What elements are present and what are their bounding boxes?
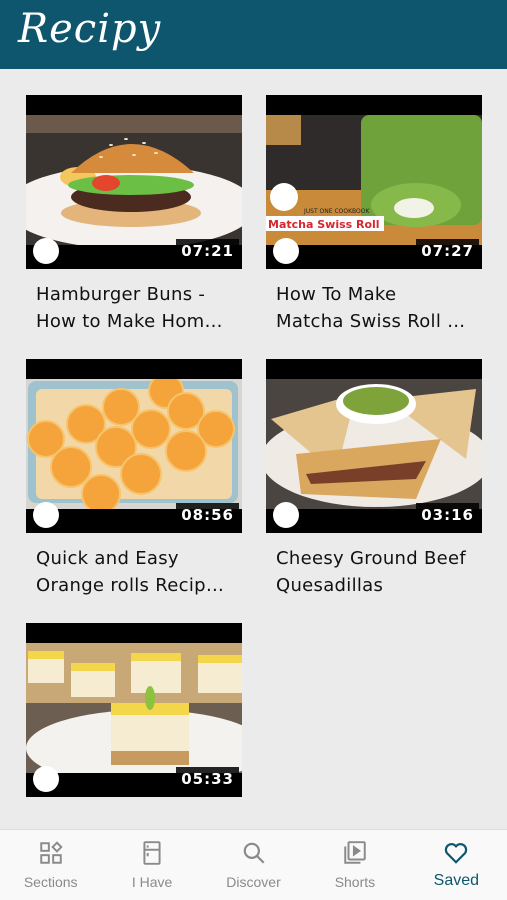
tab-saved[interactable]: Saved xyxy=(406,830,507,900)
recipe-thumbnail[interactable]: 03:16 xyxy=(266,359,482,533)
tab-label: Shorts xyxy=(334,874,376,890)
video-duration: 07:27 xyxy=(416,239,479,263)
video-duration: 05:33 xyxy=(176,767,239,791)
saved-heart-icon[interactable] xyxy=(33,766,59,792)
app-header: Recipy xyxy=(0,0,507,69)
recipe-card[interactable]: 07:21 Hamburger Buns - How to Make Hom… xyxy=(26,95,242,335)
recipe-thumbnail[interactable]: 05:33 xyxy=(26,623,242,797)
search-icon xyxy=(243,842,265,864)
recipe-thumbnail[interactable]: 07:21 xyxy=(26,95,242,269)
saved-heart-icon[interactable] xyxy=(33,502,59,528)
tab-i-have[interactable]: I Have xyxy=(101,830,202,900)
thumb-caption-text: Matcha Swiss Roll xyxy=(268,218,380,231)
video-duration: 07:21 xyxy=(176,239,239,263)
saved-heart-icon[interactable] xyxy=(33,238,59,264)
recipe-thumbnail[interactable]: JUST ONE COOKBOOK Matcha Swiss Roll 07:2… xyxy=(266,95,482,269)
app-title: Recipy xyxy=(18,6,162,52)
recipe-card[interactable]: 05:33 xyxy=(26,623,242,797)
tab-label: Saved xyxy=(433,872,480,889)
recipe-thumbnail[interactable]: 08:56 xyxy=(26,359,242,533)
tab-label: Discover xyxy=(226,874,281,890)
recipe-card[interactable]: 08:56 Quick and Easy Orange rolls Recip… xyxy=(26,359,242,599)
heart-icon xyxy=(445,843,468,864)
thumb-brand-text: JUST ONE COOKBOOK xyxy=(303,208,370,215)
sections-icon xyxy=(39,841,63,864)
saved-heart-icon[interactable] xyxy=(273,238,299,264)
video-duration: 08:56 xyxy=(176,503,239,527)
recipe-title[interactable]: Cheesy Ground Beef Quesadillas xyxy=(276,545,482,599)
tab-label: I Have xyxy=(131,874,173,890)
tab-sections[interactable]: Sections xyxy=(0,830,101,900)
recipe-title[interactable]: Hamburger Buns - How to Make Hom… xyxy=(36,281,242,335)
cheesecake-image xyxy=(26,643,242,773)
video-duration: 03:16 xyxy=(416,503,479,527)
quesadilla-image xyxy=(266,379,482,509)
orange-rolls-image xyxy=(26,379,242,509)
tab-discover[interactable]: Discover xyxy=(203,830,304,900)
recipe-card[interactable]: 03:16 Cheesy Ground Beef Quesadillas xyxy=(266,359,482,599)
tab-label: Sections xyxy=(23,874,78,890)
hamburger-image xyxy=(26,115,242,245)
recipe-title[interactable]: How To Make Matcha Swiss Roll … xyxy=(276,281,482,335)
matcha-roll-image: JUST ONE COOKBOOK Matcha Swiss Roll xyxy=(266,115,482,245)
recipe-title[interactable]: Quick and Easy Orange rolls Recip… xyxy=(36,545,242,599)
shorts-icon xyxy=(344,841,366,864)
saved-heart-icon[interactable] xyxy=(273,502,299,528)
tab-shorts[interactable]: Shorts xyxy=(304,830,405,900)
recipe-card[interactable]: JUST ONE COOKBOOK Matcha Swiss Roll 07:2… xyxy=(266,95,482,335)
bottom-tab-bar: Sections I Have Discover Shorts Saved xyxy=(0,829,507,900)
fridge-icon xyxy=(143,841,161,865)
